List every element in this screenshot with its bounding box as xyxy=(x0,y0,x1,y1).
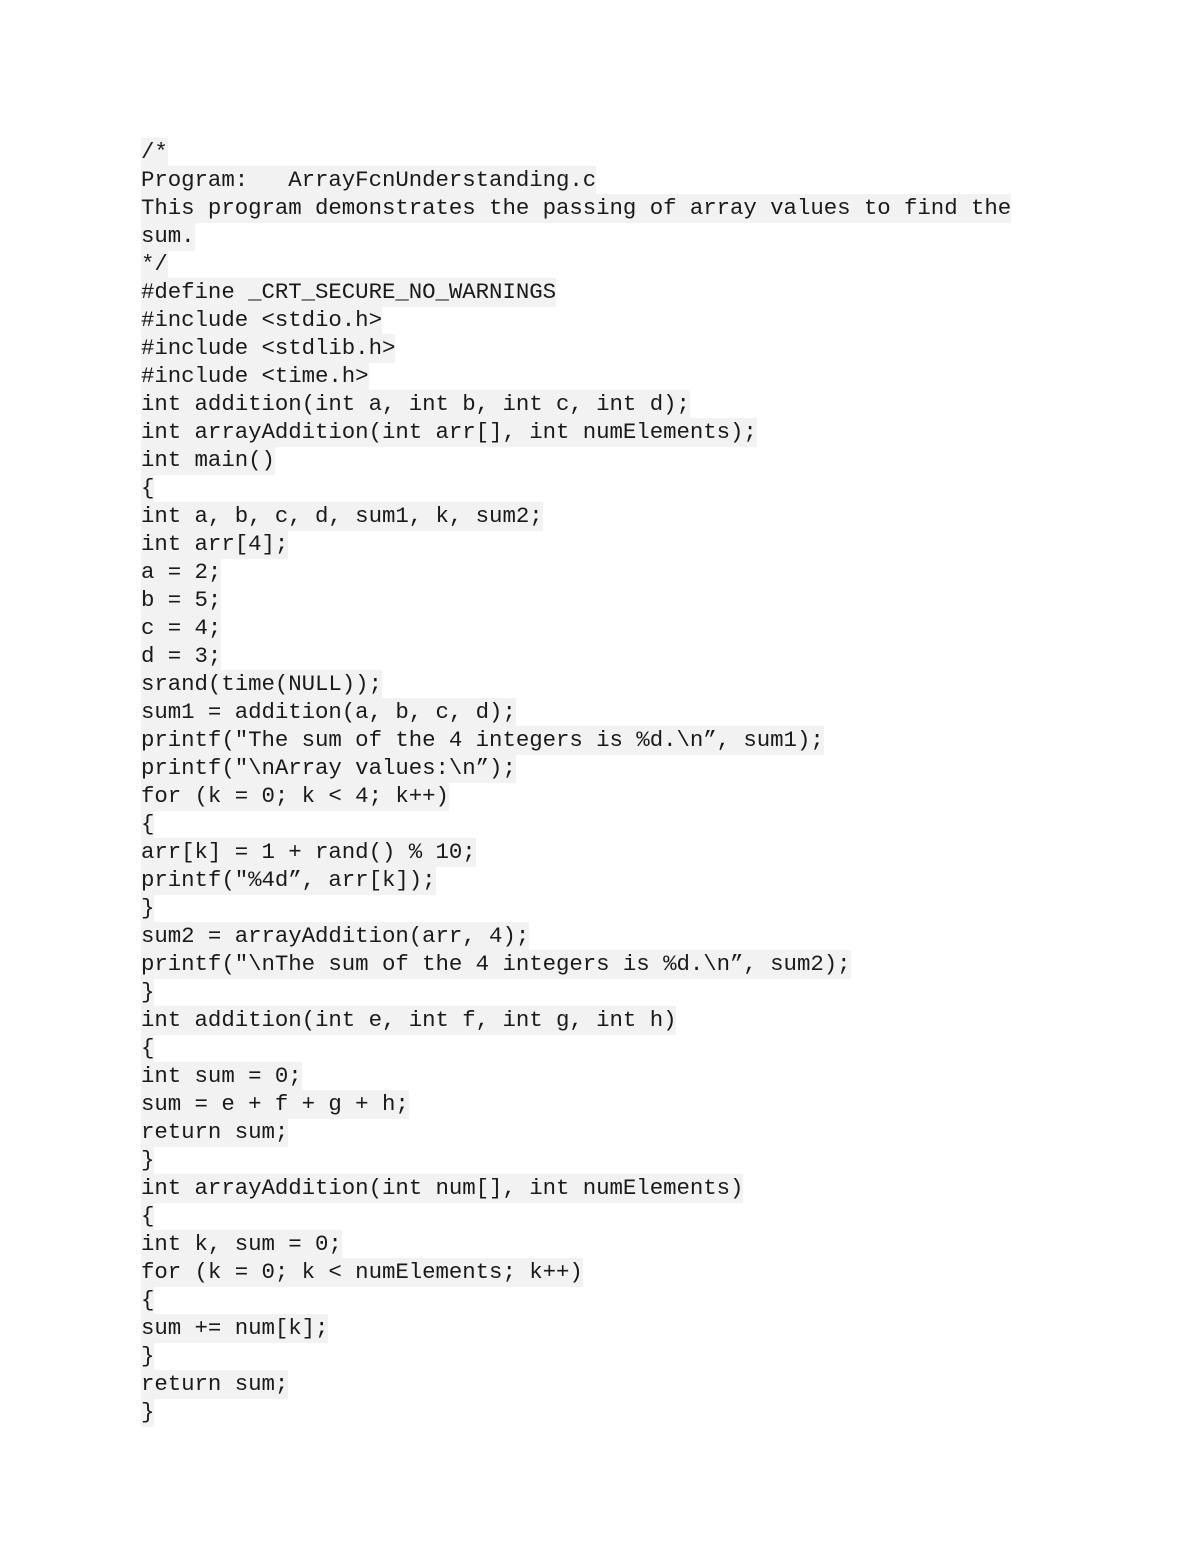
code-line: int arrayAddition(int num[], int numElem… xyxy=(141,1174,1041,1203)
code-line-text: int addition(int a, int b, int c, int d)… xyxy=(141,390,690,419)
code-line-text: d = 3; xyxy=(141,642,222,671)
code-line-text: arr[k] = 1 + rand() % 10; xyxy=(141,838,476,867)
code-line: int main() xyxy=(141,446,1041,475)
code-line-text: srand(time(NULL)); xyxy=(141,670,382,699)
code-line-text: } xyxy=(141,1342,155,1371)
code-line-text: c = 4; xyxy=(141,614,222,643)
code-line-text: { xyxy=(141,1286,155,1315)
code-line: */ xyxy=(141,250,1041,279)
code-line: for (k = 0; k < numElements; k++) xyxy=(141,1258,1041,1287)
code-line-text: sum += num[k]; xyxy=(141,1314,329,1343)
code-line: { xyxy=(141,810,1041,839)
code-line: int a, b, c, d, sum1, k, sum2; xyxy=(141,502,1041,531)
code-line: printf("\nArray values:\n”); xyxy=(141,754,1041,783)
code-line-text: int arr[4]; xyxy=(141,530,289,559)
code-line: /* xyxy=(141,138,1041,167)
code-line-text: */ xyxy=(141,250,168,279)
code-line: } xyxy=(141,1342,1041,1371)
code-line: int k, sum = 0; xyxy=(141,1230,1041,1259)
code-line: d = 3; xyxy=(141,642,1041,671)
code-line: sum. xyxy=(141,222,1041,251)
code-line: #include <time.h> xyxy=(141,362,1041,391)
code-line: int arr[4]; xyxy=(141,530,1041,559)
code-line-text: } xyxy=(141,1146,155,1175)
code-line-text: int sum = 0; xyxy=(141,1062,302,1091)
code-line-text: #include <stdio.h> xyxy=(141,306,382,335)
code-line: sum += num[k]; xyxy=(141,1314,1041,1343)
code-line: sum1 = addition(a, b, c, d); xyxy=(141,698,1041,727)
code-line-text: sum. xyxy=(141,222,195,251)
code-line-text: for (k = 0; k < numElements; k++) xyxy=(141,1258,583,1287)
code-line: c = 4; xyxy=(141,614,1041,643)
code-line: int addition(int a, int b, int c, int d)… xyxy=(141,390,1041,419)
code-line: sum2 = arrayAddition(arr, 4); xyxy=(141,922,1041,951)
code-line: Program: ArrayFcnUnderstanding.c xyxy=(141,166,1041,195)
code-line: srand(time(NULL)); xyxy=(141,670,1041,699)
code-line: arr[k] = 1 + rand() % 10; xyxy=(141,838,1041,867)
code-line-text: int a, b, c, d, sum1, k, sum2; xyxy=(141,502,543,531)
code-line-text: return sum; xyxy=(141,1118,289,1147)
code-line: return sum; xyxy=(141,1118,1041,1147)
code-line-text: for (k = 0; k < 4; k++) xyxy=(141,782,449,811)
code-line-text: } xyxy=(141,978,155,1007)
code-line: { xyxy=(141,1034,1041,1063)
code-line: } xyxy=(141,1398,1041,1427)
code-line: { xyxy=(141,1202,1041,1231)
code-line: int sum = 0; xyxy=(141,1062,1041,1091)
code-line-text: This program demonstrates the passing of… xyxy=(141,194,1012,223)
code-line: for (k = 0; k < 4; k++) xyxy=(141,782,1041,811)
code-line: printf("\nThe sum of the 4 integers is %… xyxy=(141,950,1041,979)
code-line-text: { xyxy=(141,1202,155,1231)
code-line-text: } xyxy=(141,1398,155,1427)
document-page: /* Program: ArrayFcnUnderstanding.c This p… xyxy=(0,0,1200,1553)
code-line-text: printf("\nArray values:\n”); xyxy=(141,754,516,783)
code-line-text: } xyxy=(141,894,155,923)
code-line: printf("The sum of the 4 integers is %d.… xyxy=(141,726,1041,755)
code-line-text: int arrayAddition(int num[], int numElem… xyxy=(141,1174,744,1203)
code-line-text: #define _CRT_SECURE_NO_WARNINGS xyxy=(141,278,556,307)
code-line-text: printf("\nThe sum of the 4 integers is %… xyxy=(141,950,851,979)
code-line: printf("%4d”, arr[k]); xyxy=(141,866,1041,895)
code-line: } xyxy=(141,978,1041,1007)
code-line-text: printf("%4d”, arr[k]); xyxy=(141,866,436,895)
code-line: This program demonstrates the passing of… xyxy=(141,194,1041,223)
code-line-text: a = 2; xyxy=(141,558,222,587)
code-line: { xyxy=(141,1286,1041,1315)
code-line: #include <stdlib.h> xyxy=(141,334,1041,363)
code-line: } xyxy=(141,894,1041,923)
code-line-text: { xyxy=(141,474,155,503)
code-line: return sum; xyxy=(141,1370,1041,1399)
code-line-text: #include <stdlib.h> xyxy=(141,334,396,363)
code-line-text: sum2 = arrayAddition(arr, 4); xyxy=(141,922,530,951)
code-line-text: return sum; xyxy=(141,1370,289,1399)
code-line-text: Program: ArrayFcnUnderstanding.c xyxy=(141,166,597,195)
code-line-text: sum = e + f + g + h; xyxy=(141,1090,409,1119)
code-line-text: b = 5; xyxy=(141,586,222,615)
code-listing: /* Program: ArrayFcnUnderstanding.c This p… xyxy=(141,138,1041,1427)
code-line: a = 2; xyxy=(141,558,1041,587)
code-line-text: #include <time.h> xyxy=(141,362,369,391)
code-line: int arrayAddition(int arr[], int numElem… xyxy=(141,418,1041,447)
code-line: int addition(int e, int f, int g, int h) xyxy=(141,1006,1041,1035)
code-line: #include <stdio.h> xyxy=(141,306,1041,335)
code-line-text: int main() xyxy=(141,446,275,475)
code-line-text: { xyxy=(141,1034,155,1063)
code-line-text: int arrayAddition(int arr[], int numElem… xyxy=(141,418,757,447)
code-line-text: printf("The sum of the 4 integers is %d.… xyxy=(141,726,824,755)
code-line: b = 5; xyxy=(141,586,1041,615)
code-line-text: int addition(int e, int f, int g, int h) xyxy=(141,1006,677,1035)
code-line: } xyxy=(141,1146,1041,1175)
code-line: { xyxy=(141,474,1041,503)
code-line-text: { xyxy=(141,810,155,839)
code-line: #define _CRT_SECURE_NO_WARNINGS xyxy=(141,278,1041,307)
code-line: sum = e + f + g + h; xyxy=(141,1090,1041,1119)
code-line-text: int k, sum = 0; xyxy=(141,1230,342,1259)
code-line-text: sum1 = addition(a, b, c, d); xyxy=(141,698,516,727)
code-line-text: /* xyxy=(141,138,168,167)
